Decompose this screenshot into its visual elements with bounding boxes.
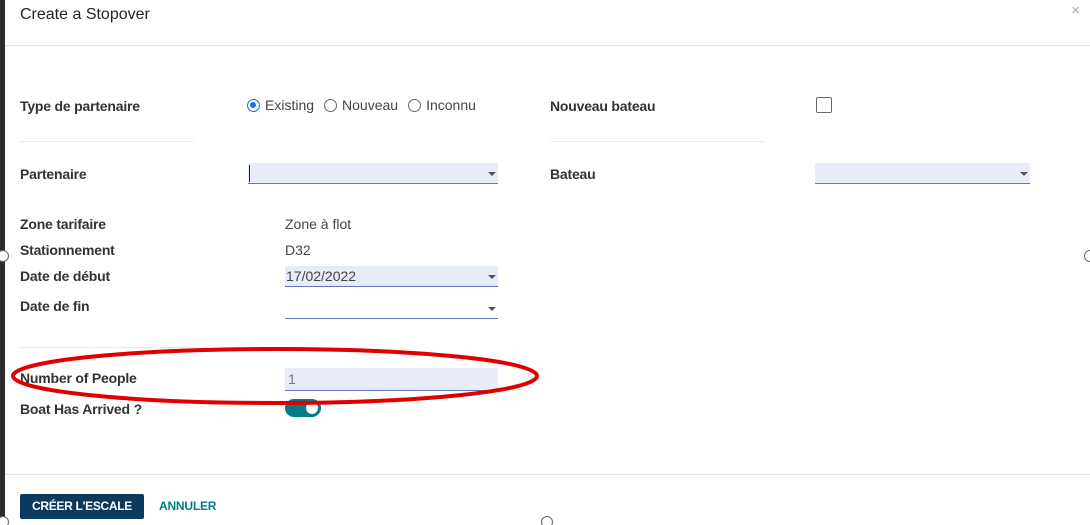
window-left-border <box>0 0 5 525</box>
end-date-input[interactable] <box>285 298 498 319</box>
close-icon[interactable]: × <box>1071 2 1080 19</box>
dialog-footer: CRÉER L'ESCALE ANNULER <box>5 474 1090 525</box>
start-date-input[interactable]: 17/02/2022 <box>285 266 498 287</box>
dialog-title: Create a Stopover <box>20 6 150 23</box>
start-date-value: 17/02/2022 <box>286 268 357 284</box>
chevron-down-icon[interactable] <box>488 172 496 176</box>
radio-existing-icon[interactable] <box>247 98 260 112</box>
toggle-knob <box>306 402 318 414</box>
parking-label: Stationnement <box>20 242 115 258</box>
radio-inconnu[interactable]: Inconnu <box>408 97 476 113</box>
radio-existing-label: Existing <box>265 97 315 113</box>
partner-type-label: Type de partenaire <box>20 98 140 114</box>
end-date-label: Date de fin <box>20 298 90 314</box>
parking-value: D32 <box>285 242 311 258</box>
text-cursor <box>249 165 250 182</box>
boat-arrived-toggle[interactable] <box>285 399 321 417</box>
cancel-button[interactable]: ANNULER <box>159 494 216 519</box>
new-boat-checkbox[interactable] <box>816 97 832 113</box>
chevron-down-icon[interactable] <box>488 307 496 311</box>
people-label: Number of People <box>20 370 137 386</box>
tariff-zone-value: Zone à flot <box>285 216 352 232</box>
separator <box>20 347 194 348</box>
radio-inconnu-label: Inconnu <box>426 97 476 113</box>
boat-arrived-label: Boat Has Arrived ? <box>20 401 142 417</box>
people-input[interactable] <box>285 368 498 391</box>
partner-type-radio-group: Existing Nouveau Inconnu <box>247 97 486 113</box>
create-stopover-button[interactable]: CRÉER L'ESCALE <box>20 494 144 519</box>
partner-select[interactable] <box>248 163 498 184</box>
radio-nouveau-icon[interactable] <box>324 98 338 112</box>
chevron-down-icon[interactable] <box>488 275 496 279</box>
chevron-down-icon[interactable] <box>1020 172 1028 176</box>
separator <box>550 141 764 142</box>
radio-nouveau[interactable]: Nouveau <box>324 97 398 113</box>
radio-inconnu-icon[interactable] <box>408 98 422 112</box>
radio-existing[interactable]: Existing <box>247 97 314 113</box>
dialog-header: Create a Stopover × <box>5 0 1090 46</box>
resize-handle-right[interactable] <box>1084 250 1090 262</box>
radio-nouveau-label: Nouveau <box>342 97 399 113</box>
partner-label: Partenaire <box>20 166 87 182</box>
tariff-zone-label: Zone tarifaire <box>20 216 106 232</box>
resize-handle-left[interactable] <box>0 250 9 262</box>
new-boat-label: Nouveau bateau <box>550 98 656 114</box>
start-date-label: Date de début <box>20 268 110 284</box>
boat-label: Bateau <box>550 166 596 182</box>
separator <box>20 141 194 142</box>
boat-select[interactable] <box>815 163 1030 184</box>
